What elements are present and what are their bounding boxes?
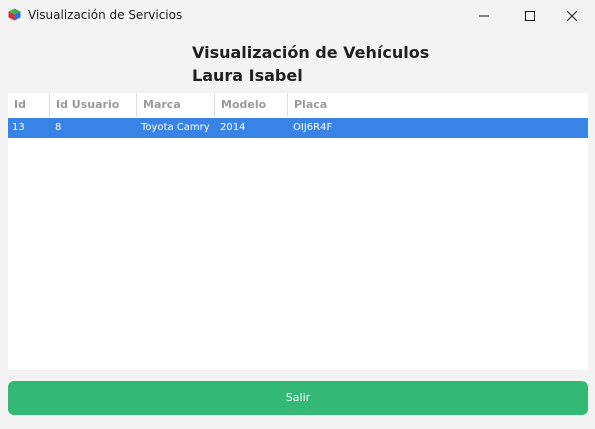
close-button[interactable] [549, 0, 595, 31]
table-row[interactable]: 13 8 Toyota Camry 2014 OIJ6R4F [8, 118, 588, 138]
maximize-icon [525, 10, 535, 21]
minimize-icon [479, 15, 489, 16]
table-header: Id Id Usuario Marca Modelo Placa [8, 93, 588, 117]
column-header-modelo[interactable]: Modelo [215, 93, 288, 117]
vehicles-table[interactable]: Id Id Usuario Marca Modelo Placa 13 8 To… [8, 93, 588, 370]
column-header-id[interactable]: Id [8, 93, 50, 117]
title-bar[interactable]: Visualización de Servicios [0, 0, 595, 31]
cell-modelo: 2014 [220, 122, 246, 133]
app-window: Visualización de Servicios Visualización… [0, 0, 595, 429]
user-name-heading: Laura Isabel [192, 66, 303, 85]
cell-id: 13 [12, 122, 25, 133]
column-header-placa[interactable]: Placa [288, 93, 588, 117]
close-icon [567, 10, 577, 21]
maximize-button[interactable] [507, 0, 553, 31]
cell-id-usuario: 8 [55, 122, 62, 133]
column-header-marca[interactable]: Marca [137, 93, 215, 117]
minimize-button[interactable] [461, 0, 507, 31]
page-title: Visualización de Vehículos [192, 43, 430, 62]
cell-marca: Toyota Camry [141, 122, 210, 133]
column-header-id-usuario[interactable]: Id Usuario [50, 93, 137, 117]
cell-placa: OIJ6R4F [293, 122, 333, 133]
exit-button[interactable]: Salir [8, 381, 588, 415]
app-cube-icon [8, 8, 21, 21]
window-title: Visualización de Servicios [28, 8, 183, 22]
